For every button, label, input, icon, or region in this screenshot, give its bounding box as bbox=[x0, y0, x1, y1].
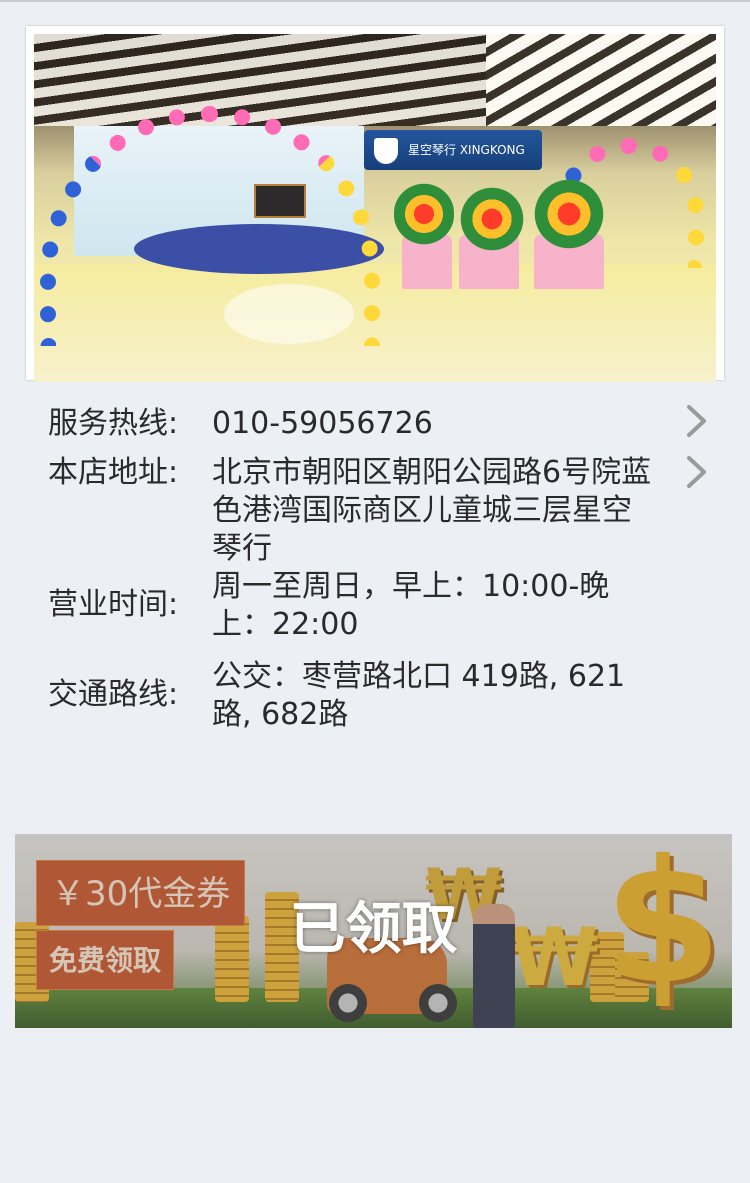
hours-label: 营业时间: bbox=[48, 587, 179, 622]
store-sign: 星空琴行 XINGKONG bbox=[364, 130, 542, 170]
hotline-value[interactable]: 010-59056726 bbox=[212, 405, 652, 443]
flower-basket bbox=[394, 174, 454, 254]
shield-logo-icon bbox=[374, 138, 398, 164]
chevron-right-icon[interactable] bbox=[682, 455, 712, 489]
chevron-right-icon[interactable] bbox=[682, 404, 712, 438]
address-value[interactable]: 北京市朝阳区朝阳公园路6号院蓝色港湾国际商区儿童城三层星空琴行 bbox=[212, 454, 652, 568]
hours-value: 周一至周日，早上：10:00-晚上：22:00 bbox=[212, 569, 610, 642]
hotline-label: 服务热线: bbox=[48, 406, 179, 441]
flower-basket bbox=[454, 184, 530, 254]
address-label: 本店地址: bbox=[48, 455, 179, 490]
store-photo-image: 星空琴行 XINGKONG bbox=[34, 34, 716, 382]
store-sign-text: 星空琴行 XINGKONG bbox=[408, 143, 525, 157]
flower-basket bbox=[529, 174, 609, 254]
coupon-banner[interactable]: ₩ ₩ $ ￥30代金券 免费领取 已领取 bbox=[15, 834, 732, 1028]
claimed-status: 已领取 bbox=[289, 897, 458, 962]
store-photo: 星空琴行 XINGKONG bbox=[26, 26, 724, 382]
top-divider bbox=[0, 0, 750, 2]
transit-value: 公交：枣营路北口 419路, 621路, 682路 bbox=[212, 659, 626, 732]
transit-label: 交通路线: bbox=[48, 677, 179, 712]
